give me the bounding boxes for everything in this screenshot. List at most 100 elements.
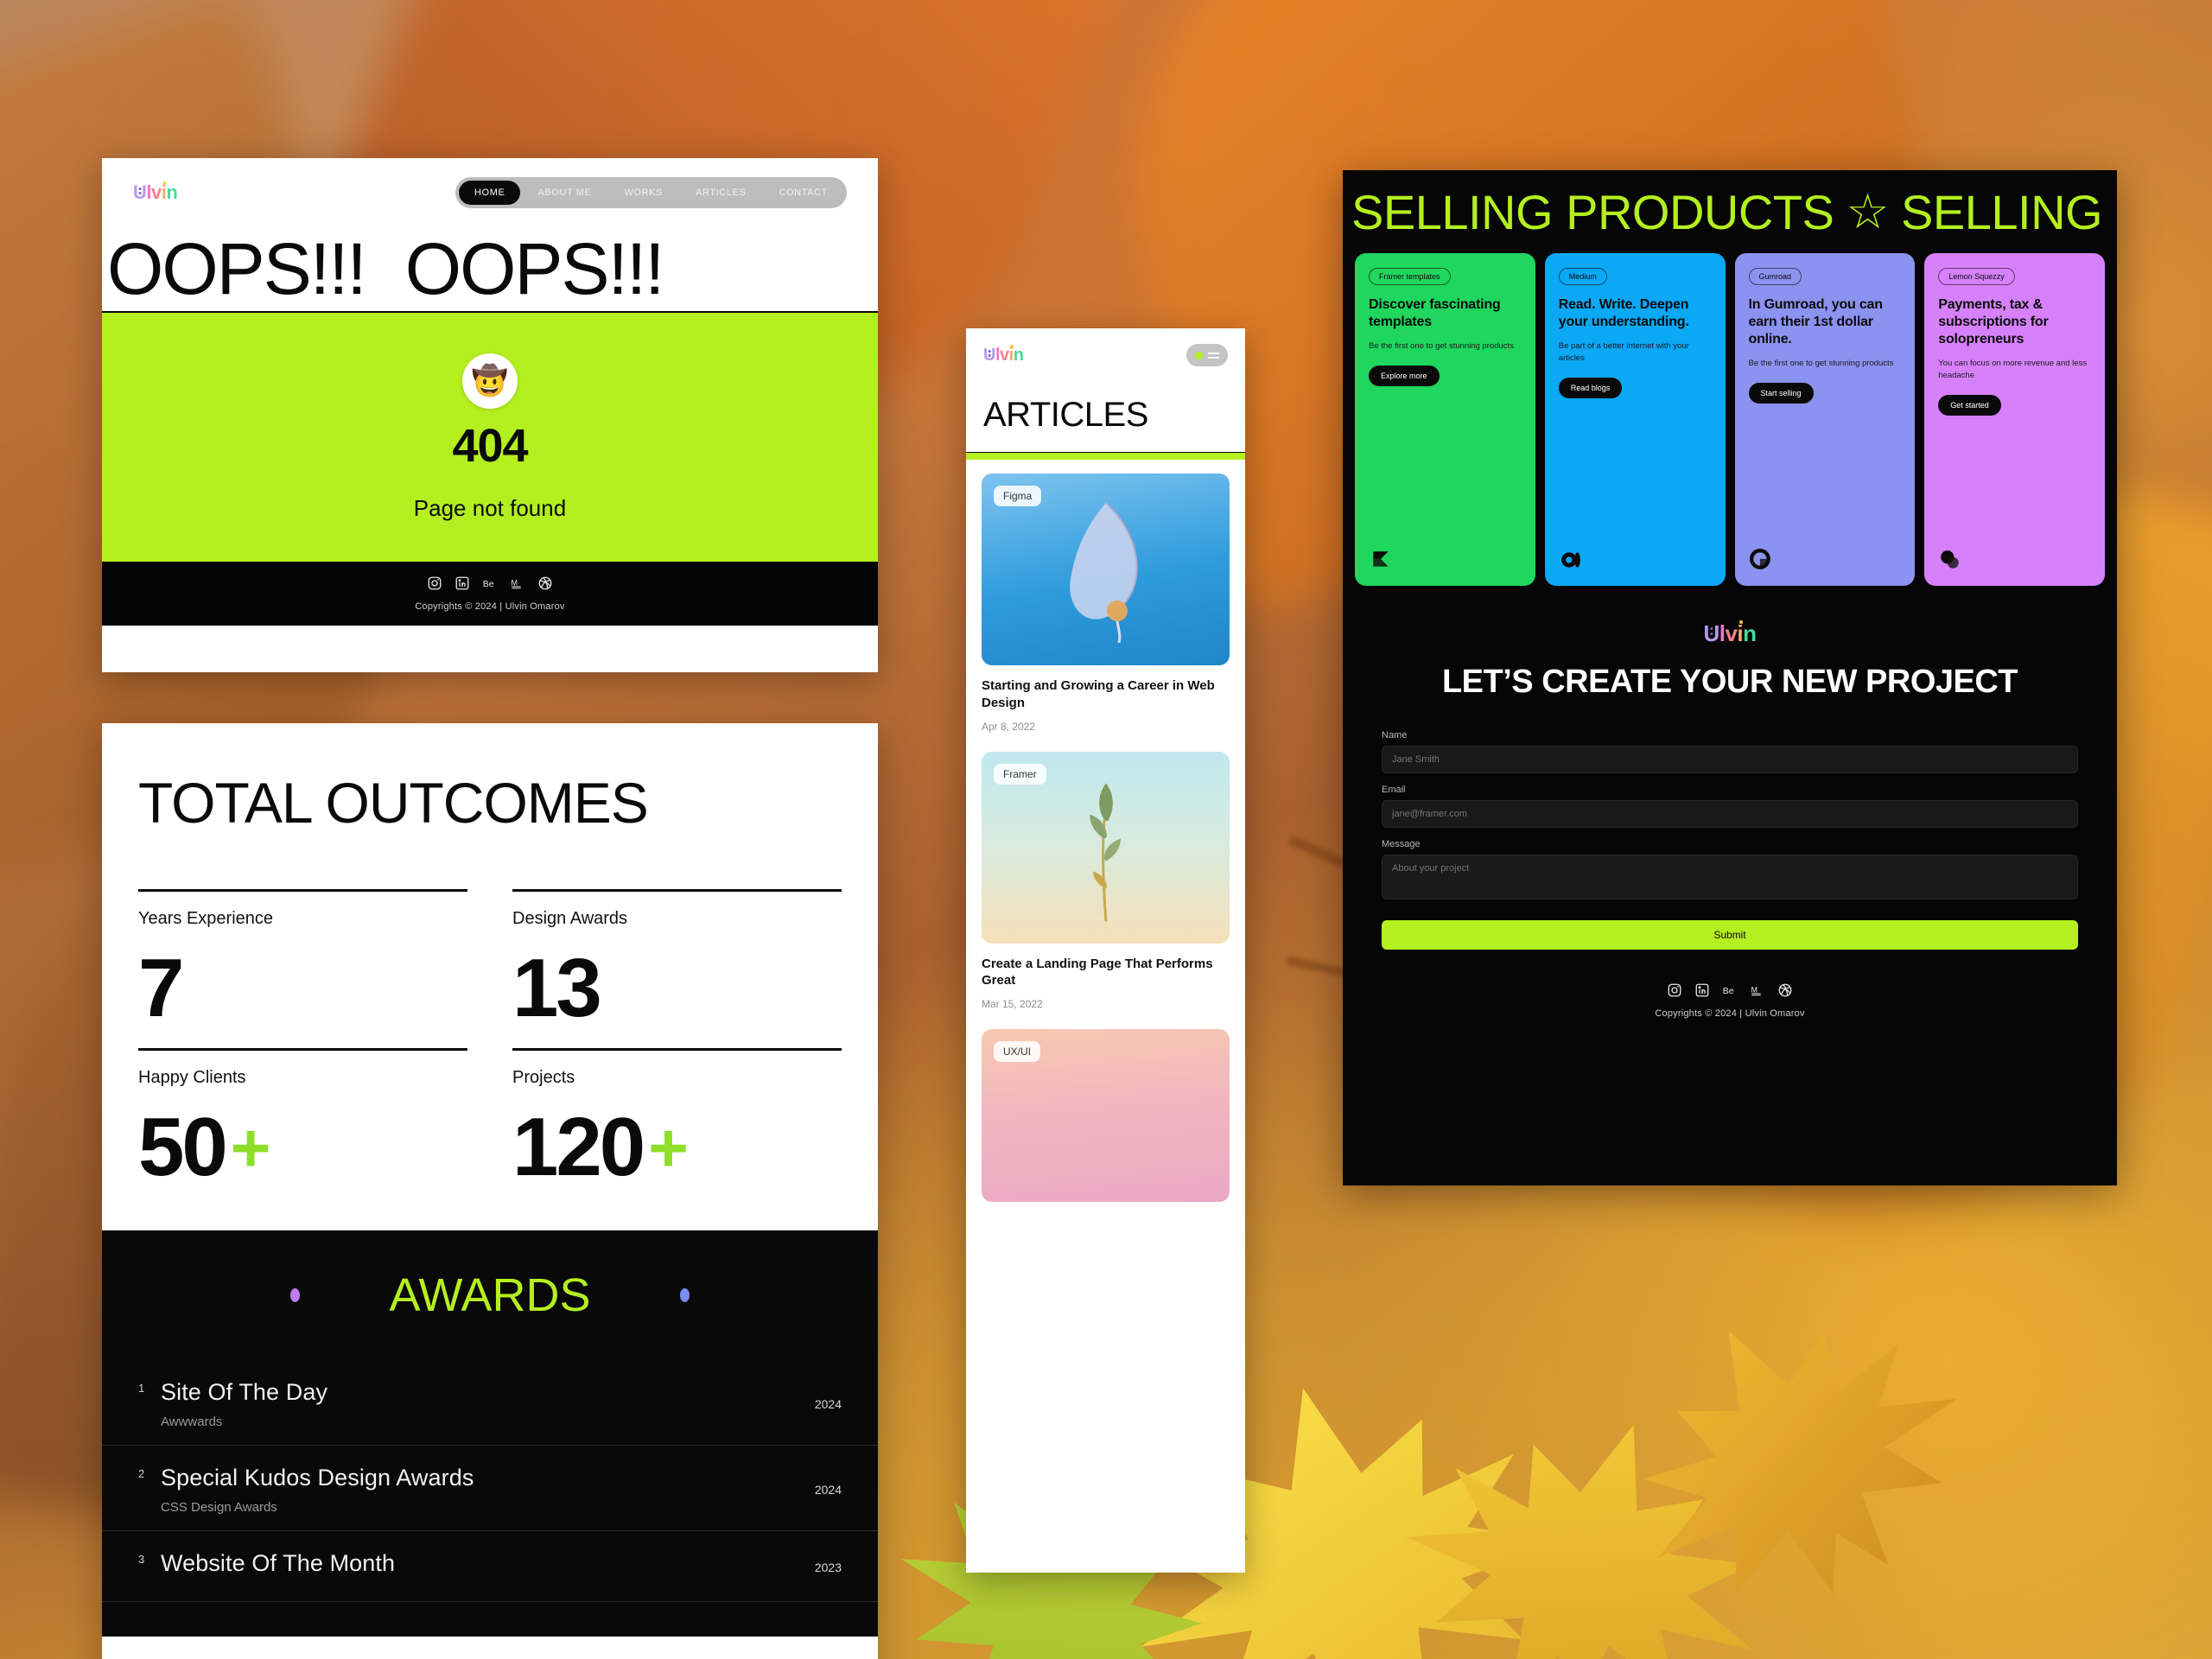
list-item[interactable]: Framer Create a Landing Page That Perfor…	[982, 751, 1230, 1010]
logo-letter-v: v	[151, 181, 162, 203]
logo-letter-u: U	[983, 346, 995, 365]
award-org: Awwwards	[161, 1414, 223, 1429]
brand-logo[interactable]: Ulvin	[983, 345, 1024, 365]
stat-value: 7	[138, 942, 184, 1034]
product-cta-button[interactable]: Get started	[1938, 394, 2001, 416]
award-row[interactable]: 2 Special Kudos Design Awards CSS Design…	[102, 1446, 878, 1531]
instagram-icon[interactable]	[427, 575, 442, 591]
star-icon: ☆	[1846, 184, 1890, 238]
stat-happy-clients: Happy Clients 50 +	[138, 1048, 467, 1207]
product-card-medium[interactable]: Medium Read. Write. Deepen your understa…	[1544, 253, 1726, 586]
stat-label: Happy Clients	[138, 1068, 246, 1088]
stat-label: Years Experience	[138, 909, 274, 928]
message-field[interactable]	[1382, 854, 2078, 899]
award-row[interactable]: 1 Site Of The Day Awwwards 2024	[102, 1360, 878, 1446]
plant-illustration-icon	[1089, 783, 1121, 922]
product-chip: Lemon Squezzy	[1938, 268, 2015, 285]
linkedin-icon[interactable]	[1694, 982, 1710, 998]
stat-value: 13	[512, 942, 602, 1034]
award-org: CSS Design Awards	[161, 1499, 277, 1515]
message-label: Message	[1382, 838, 1421, 849]
product-description: Be the first one to get stunning product…	[1369, 341, 1514, 351]
nav-item-contact[interactable]: CONTACT	[763, 181, 843, 205]
award-name: Site Of The Day	[161, 1378, 328, 1405]
svg-text:M: M	[1751, 985, 1758, 994]
error-message: Page not found	[413, 494, 567, 521]
mobile-topbar: Ulvin	[966, 328, 1245, 366]
product-card-framer[interactable]: Framer templates Discover fascinating te…	[1355, 253, 1535, 586]
list-item[interactable]: Figma Starting and Growing a Career in W…	[982, 474, 1230, 733]
error-band: 🤠 404 Page not found	[102, 311, 878, 562]
article-thumbnail: Figma	[982, 474, 1230, 665]
product-card-gumroad[interactable]: Gumroad In Gumroad, you can earn their 1…	[1734, 253, 1916, 586]
product-cta-button[interactable]: Read blogs	[1558, 377, 1623, 398]
medium-icon[interactable]: M	[510, 575, 525, 591]
product-card-lemonsqueezy[interactable]: Lemon Squezzy Payments, tax & subscripti…	[1924, 253, 2105, 586]
product-title: Payments, tax & subscriptions for solopr…	[1938, 297, 2049, 346]
logo-letter-i: i	[161, 181, 167, 203]
award-year: 2024	[814, 1482, 842, 1497]
products-contact-panel: SELLING PRODUCTS ☆ SELLING PRODUCTS Fram…	[1343, 170, 2117, 1185]
brand-logo[interactable]: Ulvin	[133, 181, 178, 203]
svg-text:Be: Be	[483, 579, 494, 589]
stat-label: Design Awards	[512, 909, 628, 928]
sparkle-right-icon	[680, 1287, 690, 1302]
nav-item-works[interactable]: WORKS	[608, 181, 678, 205]
product-cta-button[interactable]: Explore more	[1369, 365, 1440, 386]
article-thumbnail: UX/UI	[982, 1029, 1230, 1203]
mobile-page-title: ARTICLES	[983, 396, 1148, 434]
logo-letter-u: U	[1703, 620, 1719, 646]
name-field[interactable]	[1382, 745, 2078, 773]
sparkle-left-icon	[290, 1287, 300, 1302]
article-title: Create a Landing Page That Performs Grea…	[982, 956, 1213, 988]
contact-form: Name Email Message Submit	[1382, 730, 2078, 950]
email-label: Email	[1382, 784, 1406, 795]
logo-letter-n: n	[1743, 620, 1757, 646]
marquee-text-1: SELLING PRODUCTS	[1351, 184, 1834, 239]
oops-text-1: OOPS!!!	[107, 228, 367, 309]
list-item[interactable]: UX/UI	[982, 1029, 1230, 1203]
leaf-illustration-icon	[1069, 502, 1138, 643]
award-name: Website Of The Month	[161, 1549, 396, 1576]
nav-item-home[interactable]: HOME	[459, 181, 521, 205]
logo-letter-i: i	[1737, 620, 1744, 646]
stat-plus: +	[648, 1109, 689, 1186]
behance-icon[interactable]: Be	[1722, 982, 1738, 998]
article-tag: UX/UI	[994, 1041, 1041, 1063]
instagram-icon[interactable]	[1667, 982, 1682, 998]
behance-icon[interactable]: Be	[482, 575, 498, 591]
stat-label: Projects	[512, 1068, 575, 1088]
dribbble-icon[interactable]	[1777, 982, 1793, 998]
stat-value: 50 +	[138, 1101, 270, 1194]
product-description: You can focus on more revenue and less h…	[1938, 359, 2088, 380]
menu-toggle-button[interactable]	[1186, 344, 1228, 366]
selling-products-marquee: SELLING PRODUCTS ☆ SELLING PRODUCTS	[1343, 170, 2117, 253]
total-outcomes-card: TOTAL OUTCOMES Years Experience 7 Design…	[102, 723, 878, 1659]
nav-item-articles[interactable]: ARTICLES	[680, 181, 761, 205]
oops-text-2: OOPS!!!	[404, 228, 665, 309]
nav-item-about-me[interactable]: ABOUT ME	[522, 181, 607, 205]
email-field[interactable]	[1382, 799, 2078, 828]
logo-letter-v: v	[1000, 346, 1009, 365]
logo-i-dot	[1010, 345, 1014, 348]
panel-footer: Be M Copyrights © 2024 | Ulvin Omarov	[1655, 950, 1804, 1034]
dribbble-icon[interactable]	[537, 575, 553, 591]
avatar-emoji: 🤠	[471, 364, 509, 397]
product-cta-button[interactable]: Start selling	[1748, 382, 1814, 404]
main-nav: HOME ABOUT ME WORKS ARTICLES CONTACT	[455, 177, 847, 208]
product-chip: Medium	[1558, 268, 1607, 285]
product-chip: Gumroad	[1748, 268, 1802, 285]
award-index: 3	[138, 1552, 145, 1566]
social-links: Be M	[1667, 982, 1793, 998]
product-title: In Gumroad, you can earn their 1st dolla…	[1748, 297, 1884, 346]
linkedin-icon[interactable]	[454, 575, 470, 591]
brand-logo[interactable]: Ulvin	[1703, 620, 1757, 646]
submit-button[interactable]: Submit	[1382, 919, 2078, 950]
desktop-topbar: Ulvin HOME ABOUT ME WORKS ARTICLES CONTA…	[102, 158, 878, 227]
medium-icon[interactable]: M	[1750, 982, 1765, 998]
error-code: 404	[452, 419, 528, 472]
copyright-text: Copyrights © 2024 | Ulvin Omarov	[1655, 1007, 1805, 1019]
award-year: 2023	[814, 1560, 842, 1575]
name-label: Name	[1382, 729, 1408, 741]
award-row[interactable]: 3 Website Of The Month 2023	[102, 1531, 878, 1602]
